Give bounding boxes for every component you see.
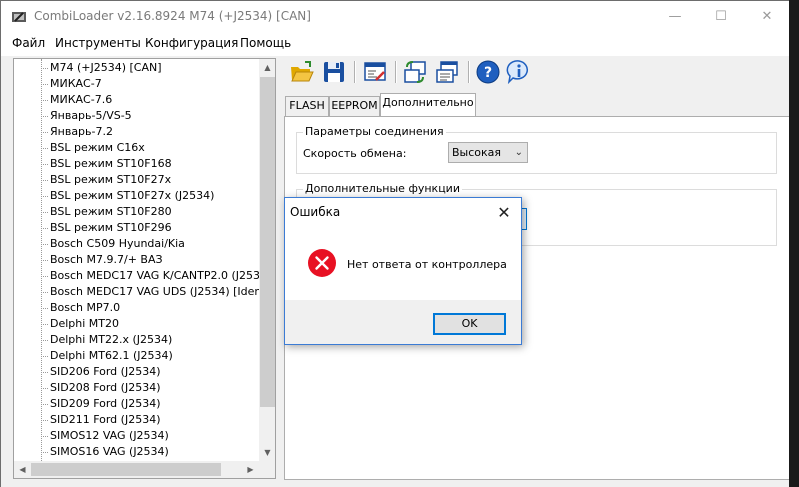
app-logo-icon xyxy=(12,12,26,22)
svg-text:?: ? xyxy=(484,65,492,81)
tree-item[interactable]: Bosch C509 Hyundai/Kia xyxy=(41,236,185,252)
horizontal-scroll-thumb[interactable] xyxy=(31,463,221,476)
toolbar: ? xyxy=(284,57,790,87)
toolbar-separator xyxy=(354,61,356,83)
open-folder-icon[interactable] xyxy=(288,58,316,86)
dialog-title-bar[interactable]: Ошибка ✕ xyxy=(285,198,521,227)
scroll-corner xyxy=(259,461,275,478)
settings-window-icon[interactable] xyxy=(361,58,389,86)
info-icon[interactable] xyxy=(505,58,533,86)
main-window: CombiLoader v2.16.8924 M74 (+J2534) [CAN… xyxy=(0,0,790,487)
menu-help[interactable]: Помощь xyxy=(240,36,291,50)
menu-tools[interactable]: Инструменты xyxy=(55,36,141,50)
error-dialog: Ошибка ✕ Нет ответа от контроллера OK xyxy=(284,197,522,345)
minimize-button[interactable]: — xyxy=(652,1,698,32)
tab-flash[interactable]: FLASH xyxy=(285,96,329,116)
menu-bar: Файл Инструменты Конфигурация Помощь xyxy=(1,32,790,56)
tree-item[interactable]: BSL режим ST10F168 xyxy=(41,156,172,172)
help-icon[interactable]: ? xyxy=(474,58,502,86)
toolbar-separator xyxy=(468,61,470,83)
dialog-close-button[interactable]: ✕ xyxy=(487,198,521,227)
dialog-footer: OK xyxy=(285,300,521,344)
tab-advanced[interactable]: Дополнительно xyxy=(380,93,476,116)
tree-item[interactable]: Delphi MT22.x (J2534) xyxy=(41,332,172,348)
tree-item[interactable]: Delphi MT62.1 (J2534) xyxy=(41,348,173,364)
tree-vertical-scrollbar[interactable]: ▲ ▼ xyxy=(259,59,275,461)
extra-group-title: Дополнительные функции xyxy=(303,182,462,196)
tree-item[interactable]: Bosch MEDC17 VAG K/CANTP2.0 (J2534) [Id xyxy=(41,268,275,284)
tree-item[interactable]: SIMOS12 VAG (J2534) xyxy=(41,428,169,444)
tree-item[interactable]: SID206 Ford (J2534) xyxy=(41,364,160,380)
connection-settings-group: Параметры соединения Скорость обмена: Вы… xyxy=(296,125,777,174)
read-write-icon[interactable] xyxy=(401,58,429,86)
scroll-right-icon[interactable]: ▶ xyxy=(242,461,259,478)
menu-file[interactable]: Файл xyxy=(12,36,45,50)
tree-item[interactable]: BSL режим ST10F27x xyxy=(41,172,171,188)
scroll-down-icon[interactable]: ▼ xyxy=(259,444,275,461)
tree-item[interactable]: Delphi MT20 xyxy=(41,316,119,332)
dialog-title: Ошибка xyxy=(290,205,341,219)
ecu-tree[interactable]: M74 (+J2534) [CAN] МИКАС-7 МИКАС-7.6 Янв… xyxy=(13,58,276,479)
tree-item[interactable]: МИКАС-7 xyxy=(41,76,102,92)
tab-eeprom[interactable]: EEPROM xyxy=(329,96,380,116)
tree-item[interactable]: SID209 Ford (J2534) xyxy=(41,396,160,412)
window-title: CombiLoader v2.16.8924 M74 (+J2534) [CAN… xyxy=(34,9,311,23)
tree-item[interactable]: SIMOS16 VAG (J2534) xyxy=(41,444,169,460)
chevron-down-icon: ⌄ xyxy=(514,147,523,158)
tree-item[interactable]: МИКАС-7.6 xyxy=(41,92,112,108)
maximize-button[interactable]: ☐ xyxy=(698,1,744,32)
close-window-button[interactable]: ✕ xyxy=(744,1,790,32)
ok-button[interactable]: OK xyxy=(433,313,506,335)
dialog-message: Нет ответа от контроллера xyxy=(347,258,507,271)
tree-item[interactable]: BSL режим C16x xyxy=(41,140,145,156)
vertical-scroll-thumb[interactable] xyxy=(260,77,275,407)
tree-item[interactable]: Bosch MEDC17 VAG UDS (J2534) [Ident] xyxy=(41,284,270,300)
scroll-up-icon[interactable]: ▲ xyxy=(259,59,275,76)
tree-item[interactable]: BSL режим ST10F296 xyxy=(41,220,172,236)
tree-item[interactable]: M74 (+J2534) [CAN] xyxy=(41,60,162,76)
speed-label: Скорость обмена: xyxy=(303,147,407,160)
tree-item[interactable]: SID208 Ford (J2534) xyxy=(41,380,160,396)
tree-item[interactable]: Январь-7.2 xyxy=(41,124,113,140)
dialog-body: Нет ответа от контроллера xyxy=(285,227,521,300)
desktop-background xyxy=(789,0,799,487)
speed-select[interactable]: Высокая ⌄ xyxy=(448,142,528,163)
ecu-window-icon[interactable] xyxy=(433,58,461,86)
tree-item[interactable]: SID211 Ford (J2534) xyxy=(41,412,160,428)
tree-item[interactable]: Bosch MP7.0 xyxy=(41,300,120,316)
speed-select-value: Высокая xyxy=(452,146,502,159)
tree-item[interactable]: Bosch M7.9.7/+ ВАЗ xyxy=(41,252,163,268)
connection-group-title: Параметры соединения xyxy=(303,125,446,139)
menu-configuration[interactable]: Конфигурация xyxy=(145,36,238,50)
tree-horizontal-scrollbar[interactable]: ◀ ▶ xyxy=(14,461,259,478)
tree-item[interactable]: BSL режим ST10F27x (J2534) xyxy=(41,188,214,204)
tree-item[interactable]: Январь-5/VS-5 xyxy=(41,108,132,124)
error-icon xyxy=(308,249,336,277)
scroll-left-icon[interactable]: ◀ xyxy=(14,461,31,478)
tree-item[interactable]: BSL режим ST10F280 xyxy=(41,204,172,220)
toolbar-separator xyxy=(395,61,397,83)
save-disk-icon[interactable] xyxy=(320,58,348,86)
title-bar[interactable]: CombiLoader v2.16.8924 M74 (+J2534) [CAN… xyxy=(1,1,790,32)
